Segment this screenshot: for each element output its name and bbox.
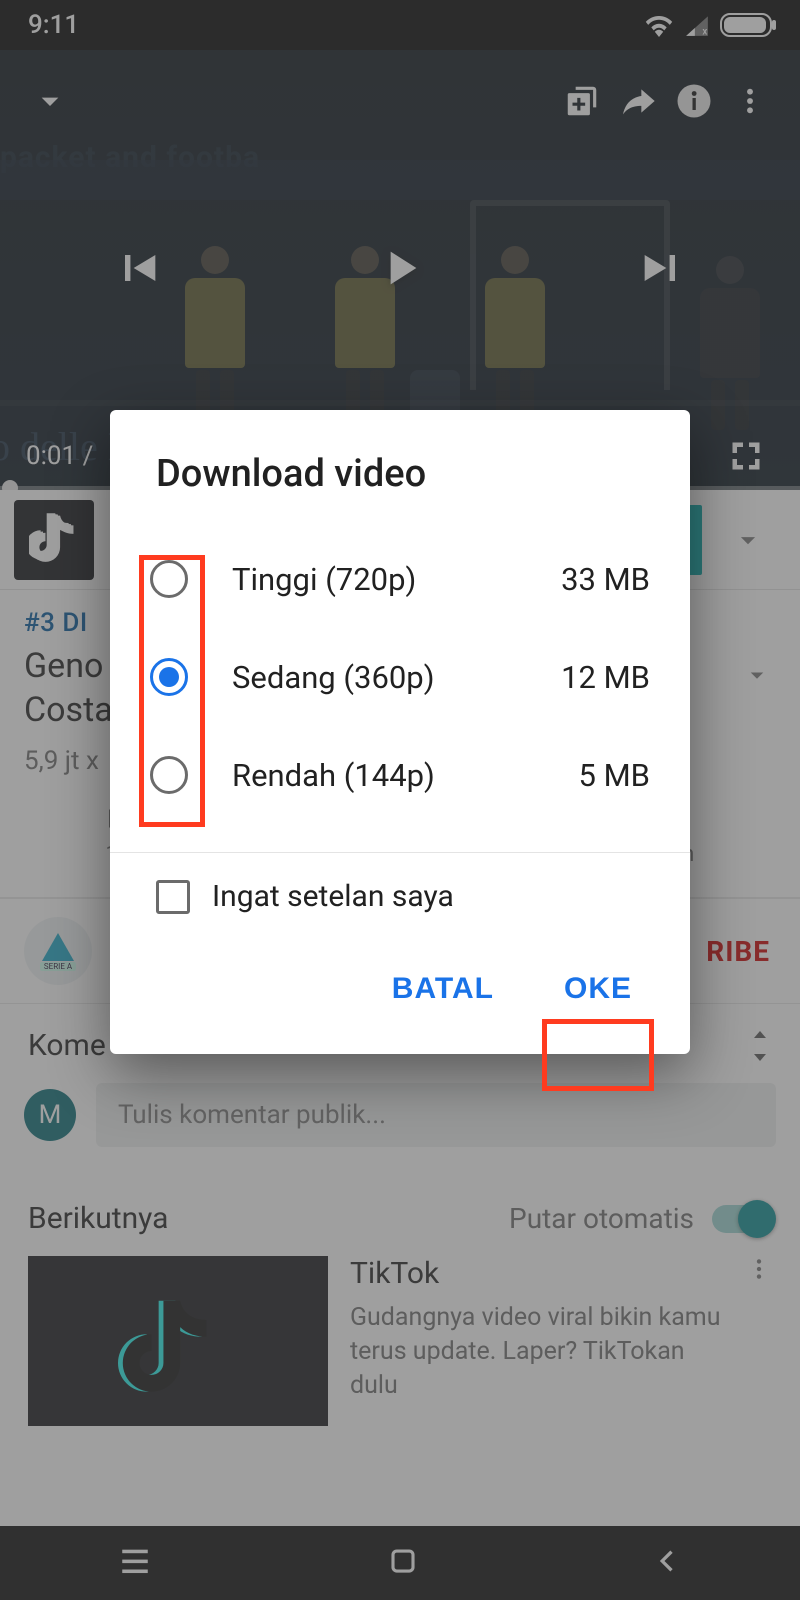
quality-option-low[interactable]: Rendah (144p) 5 MB [110, 726, 690, 824]
screen-root: { "status": { "time": "9:11" }, "player"… [0, 0, 800, 1600]
ok-button[interactable]: OKE [546, 958, 650, 1020]
quality-size: 12 MB [561, 659, 650, 696]
radio-icon[interactable] [150, 658, 188, 696]
quality-options: Tinggi (720p) 33 MB Sedang (360p) 12 MB … [110, 524, 690, 842]
radio-icon[interactable] [150, 756, 188, 794]
quality-option-high[interactable]: Tinggi (720p) 33 MB [110, 530, 690, 628]
quality-label: Rendah (144p) [232, 757, 579, 794]
quality-size: 5 MB [579, 757, 651, 794]
dialog-title: Download video [110, 452, 690, 524]
checkbox-icon[interactable] [156, 880, 190, 914]
cancel-button[interactable]: BATAL [374, 958, 512, 1020]
quality-size: 33 MB [561, 561, 650, 598]
quality-label: Tinggi (720p) [232, 561, 561, 598]
dialog-actions: BATAL OKE [110, 928, 690, 1034]
quality-label: Sedang (360p) [232, 659, 561, 696]
download-dialog: Download video Tinggi (720p) 33 MB Sedan… [110, 410, 690, 1054]
remember-label: Ingat setelan saya [212, 879, 454, 914]
radio-icon[interactable] [150, 560, 188, 598]
quality-option-medium[interactable]: Sedang (360p) 12 MB [110, 628, 690, 726]
remember-settings-row[interactable]: Ingat setelan saya [110, 879, 690, 928]
